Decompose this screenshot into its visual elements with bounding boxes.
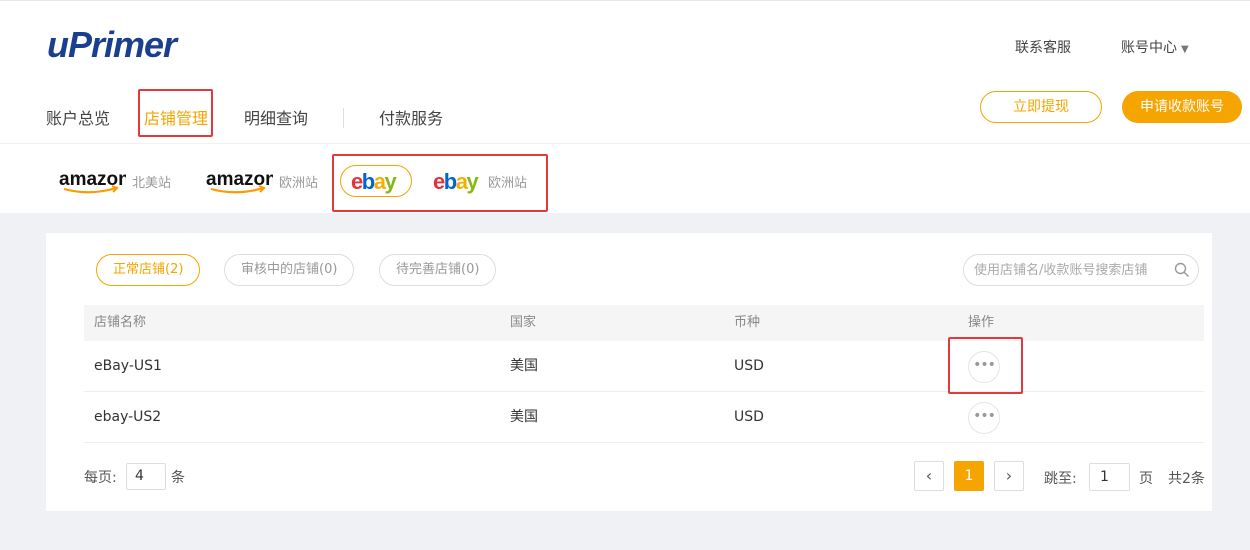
next-page-button[interactable]: › <box>994 461 1024 491</box>
platform-suffix: 北美站 <box>132 175 172 191</box>
prev-page-button[interactable]: ‹ <box>914 461 944 491</box>
per-page-input[interactable]: 4 <box>126 463 166 490</box>
more-actions-button[interactable]: ••• <box>968 351 1000 383</box>
table-row: eBay-US1 美国 USD ••• <box>84 341 1204 392</box>
search-icon[interactable] <box>1174 262 1190 278</box>
caret-down-icon: ▼ <box>1181 44 1189 55</box>
ebay-logo-icon: ebay <box>351 169 399 194</box>
country-cell: 美国 <box>510 409 538 425</box>
per-page-label: 每页: <box>84 470 117 486</box>
svg-text:ebay: ebay <box>351 169 397 194</box>
store-panel: 正常店铺(2) 审核中的店铺(0) 待完善店铺(0) 店铺名称 国家 币种 操作… <box>46 233 1212 511</box>
tab-normal-stores[interactable]: 正常店铺(2) <box>96 254 201 286</box>
customer-service-link[interactable]: 联系客服 <box>1015 37 1071 57</box>
country-cell: 美国 <box>510 358 538 374</box>
platform-ebay-eu[interactable]: ebay 欧洲站 <box>432 165 527 197</box>
nav-divider <box>343 108 344 128</box>
section-divider <box>0 143 1250 144</box>
currency-cell: USD <box>734 358 764 374</box>
uprimer-logo[interactable]: uPrimer <box>45 25 225 65</box>
jump-label: 跳至: <box>1044 471 1077 487</box>
column-header-currency: 币种 <box>734 315 761 330</box>
tab-incomplete-stores[interactable]: 待完善店铺(0) <box>379 254 497 286</box>
column-header-country: 国家 <box>510 315 537 330</box>
store-name-cell: ebay-US2 <box>94 409 162 425</box>
column-header-action: 操作 <box>968 315 995 330</box>
more-actions-button[interactable]: ••• <box>968 402 1000 434</box>
page-1-button[interactable]: 1 <box>954 461 984 491</box>
per-page-unit: 条 <box>171 470 185 486</box>
table-row: ebay-US2 美国 USD ••• <box>84 392 1204 443</box>
amazon-logo-icon: amazon <box>206 169 273 194</box>
nav-account-overview[interactable]: 账户总览 <box>46 105 110 129</box>
store-search-input[interactable] <box>963 254 1199 286</box>
currency-cell: USD <box>734 409 764 425</box>
svg-text:ebay: ebay <box>433 169 479 194</box>
platform-amazon-eu[interactable]: amazon 欧洲站 <box>205 165 318 197</box>
ebay-logo-icon: ebay <box>433 169 481 194</box>
store-name-cell: eBay-US1 <box>94 358 162 374</box>
page-unit: 页 <box>1139 471 1153 487</box>
column-header-store-name: 店铺名称 <box>94 315 147 330</box>
logo-text: uPrimer <box>47 25 179 65</box>
account-center-menu[interactable]: 账号中心 ▼ <box>1121 37 1189 57</box>
account-center-label: 账号中心 <box>1121 40 1177 56</box>
platform-amazon-na[interactable]: amazon 北美站 <box>58 165 171 197</box>
amazon-logo-icon: amazon <box>59 169 126 194</box>
nav-detail-query[interactable]: 明细查询 <box>244 105 308 129</box>
withdraw-button[interactable]: 立即提现 <box>980 91 1102 123</box>
apply-account-button[interactable]: 申请收款账号 <box>1122 91 1242 123</box>
nav-payment-service[interactable]: 付款服务 <box>379 105 443 129</box>
header: uPrimer 联系客服 账号中心 ▼ 账户总览 店铺管理 明细查询 付款服务 立… <box>0 0 1250 213</box>
nav-store-management[interactable]: 店铺管理 <box>144 105 208 129</box>
platform-suffix: 欧洲站 <box>279 175 319 191</box>
tab-reviewing-stores[interactable]: 审核中的店铺(0) <box>224 254 355 286</box>
total-count: 共2条 <box>1168 471 1205 487</box>
platform-ebay-us[interactable]: ebay <box>340 165 412 197</box>
platform-suffix: 欧洲站 <box>488 175 528 191</box>
table-header: 店铺名称 国家 币种 操作 <box>84 305 1204 341</box>
jump-page-input[interactable]: 1 <box>1089 463 1130 491</box>
